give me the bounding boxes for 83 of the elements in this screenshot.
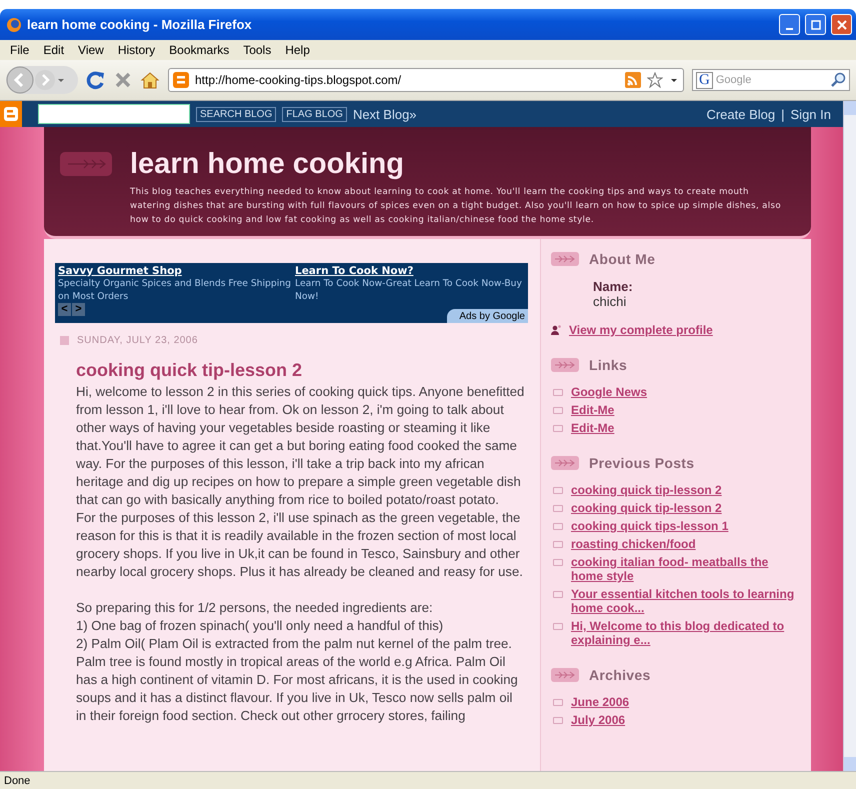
sidebar-link[interactable]: Your essential kitchen tools to learning home cook... xyxy=(571,587,801,615)
stop-icon[interactable] xyxy=(114,71,132,89)
blogger-logo-icon[interactable] xyxy=(0,101,22,127)
blog-description: This blog teaches everything needed to know about learning to cook at home. You'll learn the cooking tips and ways to create mouth watering dishes that are bursting with full flavours of spices even on a tight budget. Also you'll learn on how to spice up simple dishes, also how to do quick cooking and low fat cooking as well as cooking italian/chinese food the home style. xyxy=(130,186,782,227)
flag-blog-button[interactable]: FLAG BLOG xyxy=(282,106,347,122)
post-paragraph: Hi, welcome to lesson 2 in this series of cooking quick tips. Anyone benefitted from lesson 1, i'll love to hear from. Ok on lesson 2, i'm going to talk about other ways of having your vegetables beside roasting or steaming it like that.You'll have to agree it can get a but boring eating food cooked the same way. For the purposes of this lesson, i'll take a trip back into my african heritage and dig up recipes on how to prepare a simple green vegetable dish that can go with basically anything from rice to boiled potato/roast potato. xyxy=(76,383,526,509)
bullet-icon xyxy=(553,541,563,548)
status-text: Done xyxy=(4,774,30,786)
search-icon[interactable] xyxy=(830,72,846,88)
bullet-icon xyxy=(553,559,563,566)
firefox-icon xyxy=(6,16,22,32)
section-heading: Archives xyxy=(589,667,651,683)
blog-search-field[interactable] xyxy=(38,104,190,124)
minimize-icon xyxy=(786,28,793,30)
sidebar-link[interactable]: Google News xyxy=(571,385,648,399)
search-blog-button[interactable]: SEARCH BLOG xyxy=(196,106,276,122)
bullet-icon xyxy=(553,425,563,432)
minimize-button[interactable] xyxy=(779,14,800,35)
bullet-icon xyxy=(553,505,563,512)
post-paragraph: So preparing this for 1/2 persons, the needed ingredients are: xyxy=(76,599,434,617)
menu-item[interactable]: Help xyxy=(279,43,316,57)
bullet-icon xyxy=(553,523,563,530)
sidebar-link[interactable]: cooking italian food- meatballs the home style xyxy=(571,555,801,583)
sidebar-link[interactable]: Edit-Me xyxy=(571,403,614,417)
home-icon[interactable] xyxy=(140,71,160,89)
blogger-icon xyxy=(173,72,189,88)
ad-text: Specialty Organic Spices and Blends Free Shipping on Most Orders xyxy=(58,277,291,303)
person-icon xyxy=(551,325,561,335)
address-field[interactable]: http://home-cooking-tips.blogspot.com/ xyxy=(168,68,684,92)
previous-button[interactable]: < xyxy=(58,303,71,316)
section-heading: Links xyxy=(589,357,628,373)
menu-item[interactable]: View xyxy=(72,43,110,57)
menu-item[interactable]: Tools xyxy=(237,43,278,57)
post-paragraph: For the purposes of this lesson 2, i'll use spinach as the green vegetable, the reason for this is that it is readily available in the frozen section of most local grocery shops. If you live in Uk,it can be found in Tesco, Sainsbury and other nearby local grocery shops. Plus it has already be cleaned and reasy for use. xyxy=(76,509,524,581)
menu-item[interactable]: History xyxy=(112,43,162,57)
menu-item[interactable]: Bookmarks xyxy=(163,43,236,57)
menu-item[interactable]: File xyxy=(4,43,36,57)
close-icon xyxy=(836,20,846,30)
maximize-icon xyxy=(810,20,820,30)
post-date: SUNDAY, JULY 23, 2006 xyxy=(77,335,198,346)
profile-name: chichi xyxy=(593,294,628,309)
window-title: learn home cooking - Mozilla Firefox xyxy=(27,17,253,32)
sign-in-link[interactable]: Sign In xyxy=(790,106,831,122)
star-icon[interactable] xyxy=(647,72,663,88)
sidebar-link[interactable]: roasting chicken/food xyxy=(571,537,696,551)
ad-text: Learn To Cook Now-Great Learn To Cook Now-Buy Now! xyxy=(295,277,523,303)
bullet-icon xyxy=(553,389,563,396)
sidebar-link[interactable]: cooking quick tip-lesson 2 xyxy=(571,501,722,515)
section-heading: About Me xyxy=(589,251,656,267)
menu-item[interactable]: Edit xyxy=(37,43,70,57)
sidebar-link[interactable]: June 2006 xyxy=(571,695,630,709)
search-field[interactable]: G Google xyxy=(692,69,850,91)
next-button[interactable]: > xyxy=(72,303,85,316)
separator: | xyxy=(781,106,785,122)
blog-title[interactable]: learn home cooking xyxy=(130,149,790,179)
create-blog-link[interactable]: Create Blog xyxy=(706,106,776,122)
maximize-button[interactable] xyxy=(805,14,826,35)
sidebar-link[interactable]: Edit-Me xyxy=(571,421,614,435)
post-paragraph: 1) One bag of frozen spinach( you'll only need a handful of this) xyxy=(76,617,444,635)
ads-credit[interactable]: Ads by Google xyxy=(447,309,528,323)
bullet-icon xyxy=(553,407,563,414)
section-heading: Previous Posts xyxy=(589,455,694,471)
feed-icon[interactable] xyxy=(625,72,641,88)
ad-title[interactable]: Savvy Gourmet Shop xyxy=(58,265,291,277)
reload-icon[interactable] xyxy=(86,70,106,90)
ad-title[interactable]: Learn To Cook Now? xyxy=(295,265,528,277)
close-button[interactable] xyxy=(831,14,852,35)
sidebar-link[interactable]: Hi, Welcome to this blog dedicated to explaining e... xyxy=(571,619,801,647)
post-title[interactable]: cooking quick tip-lesson 2 xyxy=(76,360,528,381)
sidebar-link[interactable]: cooking quick tip-lesson 2 xyxy=(571,483,722,497)
profile-link[interactable]: View my complete profile xyxy=(569,323,713,337)
name-label: Name: xyxy=(593,279,634,294)
back-button[interactable] xyxy=(6,66,34,94)
square-icon xyxy=(60,336,69,345)
next-blog-link[interactable]: Next Blog» xyxy=(352,106,417,122)
bullet-icon xyxy=(553,591,563,598)
bullet-icon xyxy=(553,623,563,630)
sidebar-link[interactable]: cooking quick tips-lesson 1 xyxy=(571,519,728,533)
bullet-icon xyxy=(553,699,563,706)
bullet-icon xyxy=(553,717,563,724)
post-paragraph: 2) Palm Oil( Plam Oil is extracted from the palm nut kernel of the palm tree. Palm tree is found mostly in tropical areas of the world e.g Africa. Palm Oil has a high continent of vitamin D. For most africans, it is the used in cooking soups and it has a distinct flavour. If you live in Uk, Tesco now sells palm oil in their foreign food section. Check out other grrocery stores, failing xyxy=(76,635,519,725)
sidebar-link[interactable]: July 2006 xyxy=(571,713,626,727)
bullet-icon xyxy=(553,487,563,494)
